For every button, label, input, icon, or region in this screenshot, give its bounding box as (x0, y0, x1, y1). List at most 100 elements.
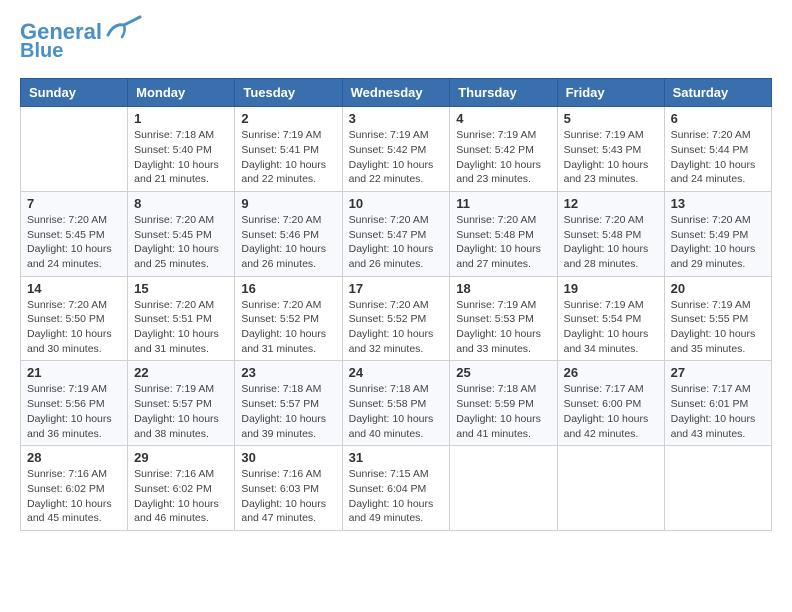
calendar-cell: 13Sunrise: 7:20 AMSunset: 5:49 PMDayligh… (664, 191, 771, 276)
day-info: Sunrise: 7:19 AMSunset: 5:42 PMDaylight:… (349, 128, 444, 187)
day-info: Sunrise: 7:20 AMSunset: 5:44 PMDaylight:… (671, 128, 765, 187)
calendar-day-header: Wednesday (342, 79, 450, 107)
day-number: 14 (27, 281, 121, 296)
day-number: 17 (349, 281, 444, 296)
day-info: Sunrise: 7:15 AMSunset: 6:04 PMDaylight:… (349, 467, 444, 526)
calendar-cell: 28 Sunrise: 7:16 AMSunset: 6:02 PMDayligh… (21, 446, 128, 531)
calendar-week-row: 21 Sunrise: 7:19 AMSunset: 5:56 PMDayligh… (21, 361, 772, 446)
calendar-cell: 4 Sunrise: 7:19 AMSunset: 5:42 PMDaylight… (450, 107, 557, 192)
day-info: Sunrise: 7:20 AMSunset: 5:45 PMDaylight:… (134, 213, 228, 272)
day-number: 15 (134, 281, 228, 296)
calendar-week-row: 28 Sunrise: 7:16 AMSunset: 6:02 PMDayligh… (21, 446, 772, 531)
day-number: 16 (241, 281, 335, 296)
day-number: 6 (671, 111, 765, 126)
day-number: 20 (671, 281, 765, 296)
day-info: Sunrise: 7:18 AMSunset: 5:58 PMDaylight:… (349, 382, 444, 441)
logo-bird-icon (104, 15, 142, 43)
day-number: 8 (134, 196, 228, 211)
day-info: Sunrise: 7:19 AMSunset: 5:53 PMDaylight:… (456, 298, 550, 357)
calendar-cell: 3Sunrise: 7:19 AMSunset: 5:42 PMDaylight… (342, 107, 450, 192)
day-number: 5 (564, 111, 658, 126)
day-info: Sunrise: 7:20 AMSunset: 5:49 PMDaylight:… (671, 213, 765, 272)
calendar-cell: 11 Sunrise: 7:20 AMSunset: 5:48 PMDayligh… (450, 191, 557, 276)
calendar-cell: 18 Sunrise: 7:19 AMSunset: 5:53 PMDayligh… (450, 276, 557, 361)
day-info: Sunrise: 7:20 AMSunset: 5:50 PMDaylight:… (27, 298, 121, 357)
calendar-cell: 8 Sunrise: 7:20 AMSunset: 5:45 PMDaylight… (128, 191, 235, 276)
day-info: Sunrise: 7:19 AMSunset: 5:55 PMDaylight:… (671, 298, 765, 357)
day-number: 12 (564, 196, 658, 211)
calendar-cell: 16 Sunrise: 7:20 AMSunset: 5:52 PMDayligh… (235, 276, 342, 361)
day-number: 28 (27, 450, 121, 465)
day-number: 7 (27, 196, 121, 211)
calendar-cell: 2 Sunrise: 7:19 AMSunset: 5:41 PMDaylight… (235, 107, 342, 192)
calendar-cell: 9Sunrise: 7:20 AMSunset: 5:46 PMDaylight… (235, 191, 342, 276)
calendar-cell: 29Sunrise: 7:16 AMSunset: 6:02 PMDayligh… (128, 446, 235, 531)
day-info: Sunrise: 7:19 AMSunset: 5:56 PMDaylight:… (27, 382, 121, 441)
day-info: Sunrise: 7:20 AMSunset: 5:48 PMDaylight:… (456, 213, 550, 272)
calendar-cell: 27 Sunrise: 7:17 AMSunset: 6:01 PMDayligh… (664, 361, 771, 446)
day-number: 30 (241, 450, 335, 465)
day-number: 19 (564, 281, 658, 296)
calendar-cell: 31 Sunrise: 7:15 AMSunset: 6:04 PMDayligh… (342, 446, 450, 531)
day-info: Sunrise: 7:20 AMSunset: 5:46 PMDaylight:… (241, 213, 335, 272)
calendar-day-header: Friday (557, 79, 664, 107)
day-number: 21 (27, 365, 121, 380)
day-info: Sunrise: 7:20 AMSunset: 5:45 PMDaylight:… (27, 213, 121, 272)
calendar-cell: 15 Sunrise: 7:20 AMSunset: 5:51 PMDayligh… (128, 276, 235, 361)
calendar-day-header: Saturday (664, 79, 771, 107)
page-header: General Blue (20, 20, 772, 62)
calendar-cell: 24 Sunrise: 7:18 AMSunset: 5:58 PMDayligh… (342, 361, 450, 446)
calendar-table: SundayMondayTuesdayWednesdayThursdayFrid… (20, 78, 772, 531)
day-info: Sunrise: 7:16 AMSunset: 6:02 PMDaylight:… (27, 467, 121, 526)
calendar-cell: 21 Sunrise: 7:19 AMSunset: 5:56 PMDayligh… (21, 361, 128, 446)
day-info: Sunrise: 7:20 AMSunset: 5:47 PMDaylight:… (349, 213, 444, 272)
calendar-cell: 22 Sunrise: 7:19 AMSunset: 5:57 PMDayligh… (128, 361, 235, 446)
calendar-week-row: 14 Sunrise: 7:20 AMSunset: 5:50 PMDayligh… (21, 276, 772, 361)
calendar-cell (557, 446, 664, 531)
day-info: Sunrise: 7:20 AMSunset: 5:51 PMDaylight:… (134, 298, 228, 357)
calendar-cell: 10 Sunrise: 7:20 AMSunset: 5:47 PMDayligh… (342, 191, 450, 276)
day-number: 31 (349, 450, 444, 465)
day-info: Sunrise: 7:16 AMSunset: 6:03 PMDaylight:… (241, 467, 335, 526)
day-number: 25 (456, 365, 550, 380)
day-info: Sunrise: 7:20 AMSunset: 5:52 PMDaylight:… (349, 298, 444, 357)
calendar-cell: 25Sunrise: 7:18 AMSunset: 5:59 PMDayligh… (450, 361, 557, 446)
day-info: Sunrise: 7:17 AMSunset: 6:00 PMDaylight:… (564, 382, 658, 441)
day-number: 2 (241, 111, 335, 126)
calendar-cell: 5 Sunrise: 7:19 AMSunset: 5:43 PMDaylight… (557, 107, 664, 192)
calendar-cell (450, 446, 557, 531)
calendar-cell: 7 Sunrise: 7:20 AMSunset: 5:45 PMDaylight… (21, 191, 128, 276)
day-info: Sunrise: 7:17 AMSunset: 6:01 PMDaylight:… (671, 382, 765, 441)
day-info: Sunrise: 7:19 AMSunset: 5:57 PMDaylight:… (134, 382, 228, 441)
calendar-cell: 26 Sunrise: 7:17 AMSunset: 6:00 PMDayligh… (557, 361, 664, 446)
calendar-day-header: Sunday (21, 79, 128, 107)
calendar-cell: 17 Sunrise: 7:20 AMSunset: 5:52 PMDayligh… (342, 276, 450, 361)
calendar-day-header: Tuesday (235, 79, 342, 107)
calendar-cell: 6 Sunrise: 7:20 AMSunset: 5:44 PMDaylight… (664, 107, 771, 192)
day-info: Sunrise: 7:18 AMSunset: 5:57 PMDaylight:… (241, 382, 335, 441)
day-number: 22 (134, 365, 228, 380)
day-info: Sunrise: 7:18 AMSunset: 5:40 PMDaylight:… (134, 128, 228, 187)
day-number: 18 (456, 281, 550, 296)
calendar-cell: 23Sunrise: 7:18 AMSunset: 5:57 PMDayligh… (235, 361, 342, 446)
calendar-cell: 1Sunrise: 7:18 AMSunset: 5:40 PMDaylight… (128, 107, 235, 192)
day-number: 24 (349, 365, 444, 380)
calendar-cell: 12Sunrise: 7:20 AMSunset: 5:48 PMDayligh… (557, 191, 664, 276)
calendar-cell: 20 Sunrise: 7:19 AMSunset: 5:55 PMDayligh… (664, 276, 771, 361)
calendar-header-row: SundayMondayTuesdayWednesdayThursdayFrid… (21, 79, 772, 107)
day-number: 11 (456, 196, 550, 211)
day-number: 4 (456, 111, 550, 126)
day-info: Sunrise: 7:19 AMSunset: 5:43 PMDaylight:… (564, 128, 658, 187)
day-info: Sunrise: 7:19 AMSunset: 5:54 PMDaylight:… (564, 298, 658, 357)
day-info: Sunrise: 7:19 AMSunset: 5:41 PMDaylight:… (241, 128, 335, 187)
day-info: Sunrise: 7:20 AMSunset: 5:52 PMDaylight:… (241, 298, 335, 357)
logo: General Blue (20, 20, 142, 62)
logo-blue-text: Blue (20, 40, 63, 62)
day-number: 27 (671, 365, 765, 380)
calendar-week-row: 7 Sunrise: 7:20 AMSunset: 5:45 PMDaylight… (21, 191, 772, 276)
day-number: 10 (349, 196, 444, 211)
calendar-day-header: Monday (128, 79, 235, 107)
day-number: 26 (564, 365, 658, 380)
day-number: 29 (134, 450, 228, 465)
day-info: Sunrise: 7:19 AMSunset: 5:42 PMDaylight:… (456, 128, 550, 187)
